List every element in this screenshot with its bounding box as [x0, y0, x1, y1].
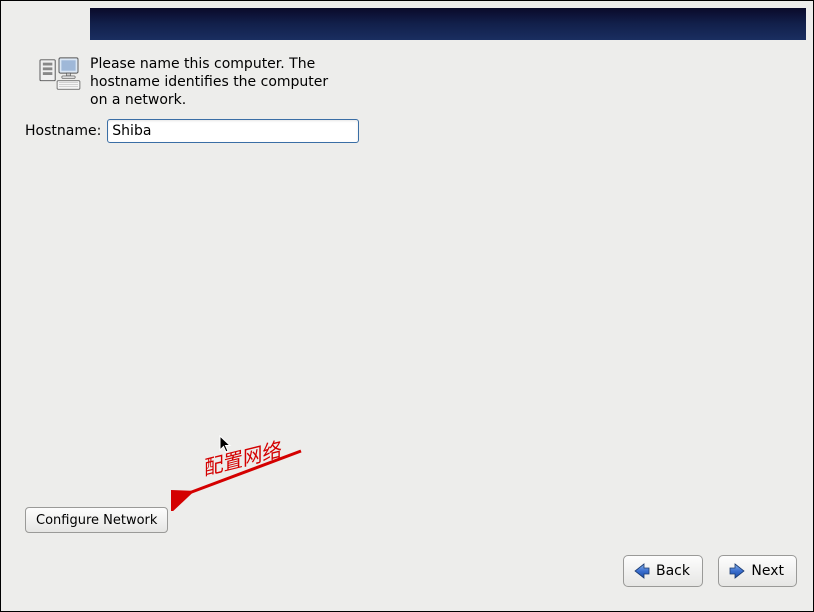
- hostname-label: Hostname:: [25, 123, 101, 139]
- arrow-left-icon: [632, 561, 652, 581]
- next-button[interactable]: Next: [718, 555, 797, 587]
- annotation-text: 配置网络: [199, 434, 284, 481]
- next-button-label: Next: [751, 563, 784, 579]
- back-button[interactable]: Back: [623, 555, 703, 587]
- configure-network-button[interactable]: Configure Network: [25, 507, 168, 533]
- hostname-row: Hostname:: [25, 119, 359, 143]
- arrow-right-icon: [727, 561, 747, 581]
- computer-network-icon: [35, 56, 83, 94]
- mouse-cursor-icon: [219, 435, 233, 455]
- intro-text: Please name this computer. The hostname …: [90, 55, 350, 110]
- hostname-input[interactable]: [107, 119, 359, 143]
- back-button-label: Back: [656, 563, 690, 579]
- header-banner: [90, 8, 806, 40]
- annotation-arrow: [171, 441, 321, 511]
